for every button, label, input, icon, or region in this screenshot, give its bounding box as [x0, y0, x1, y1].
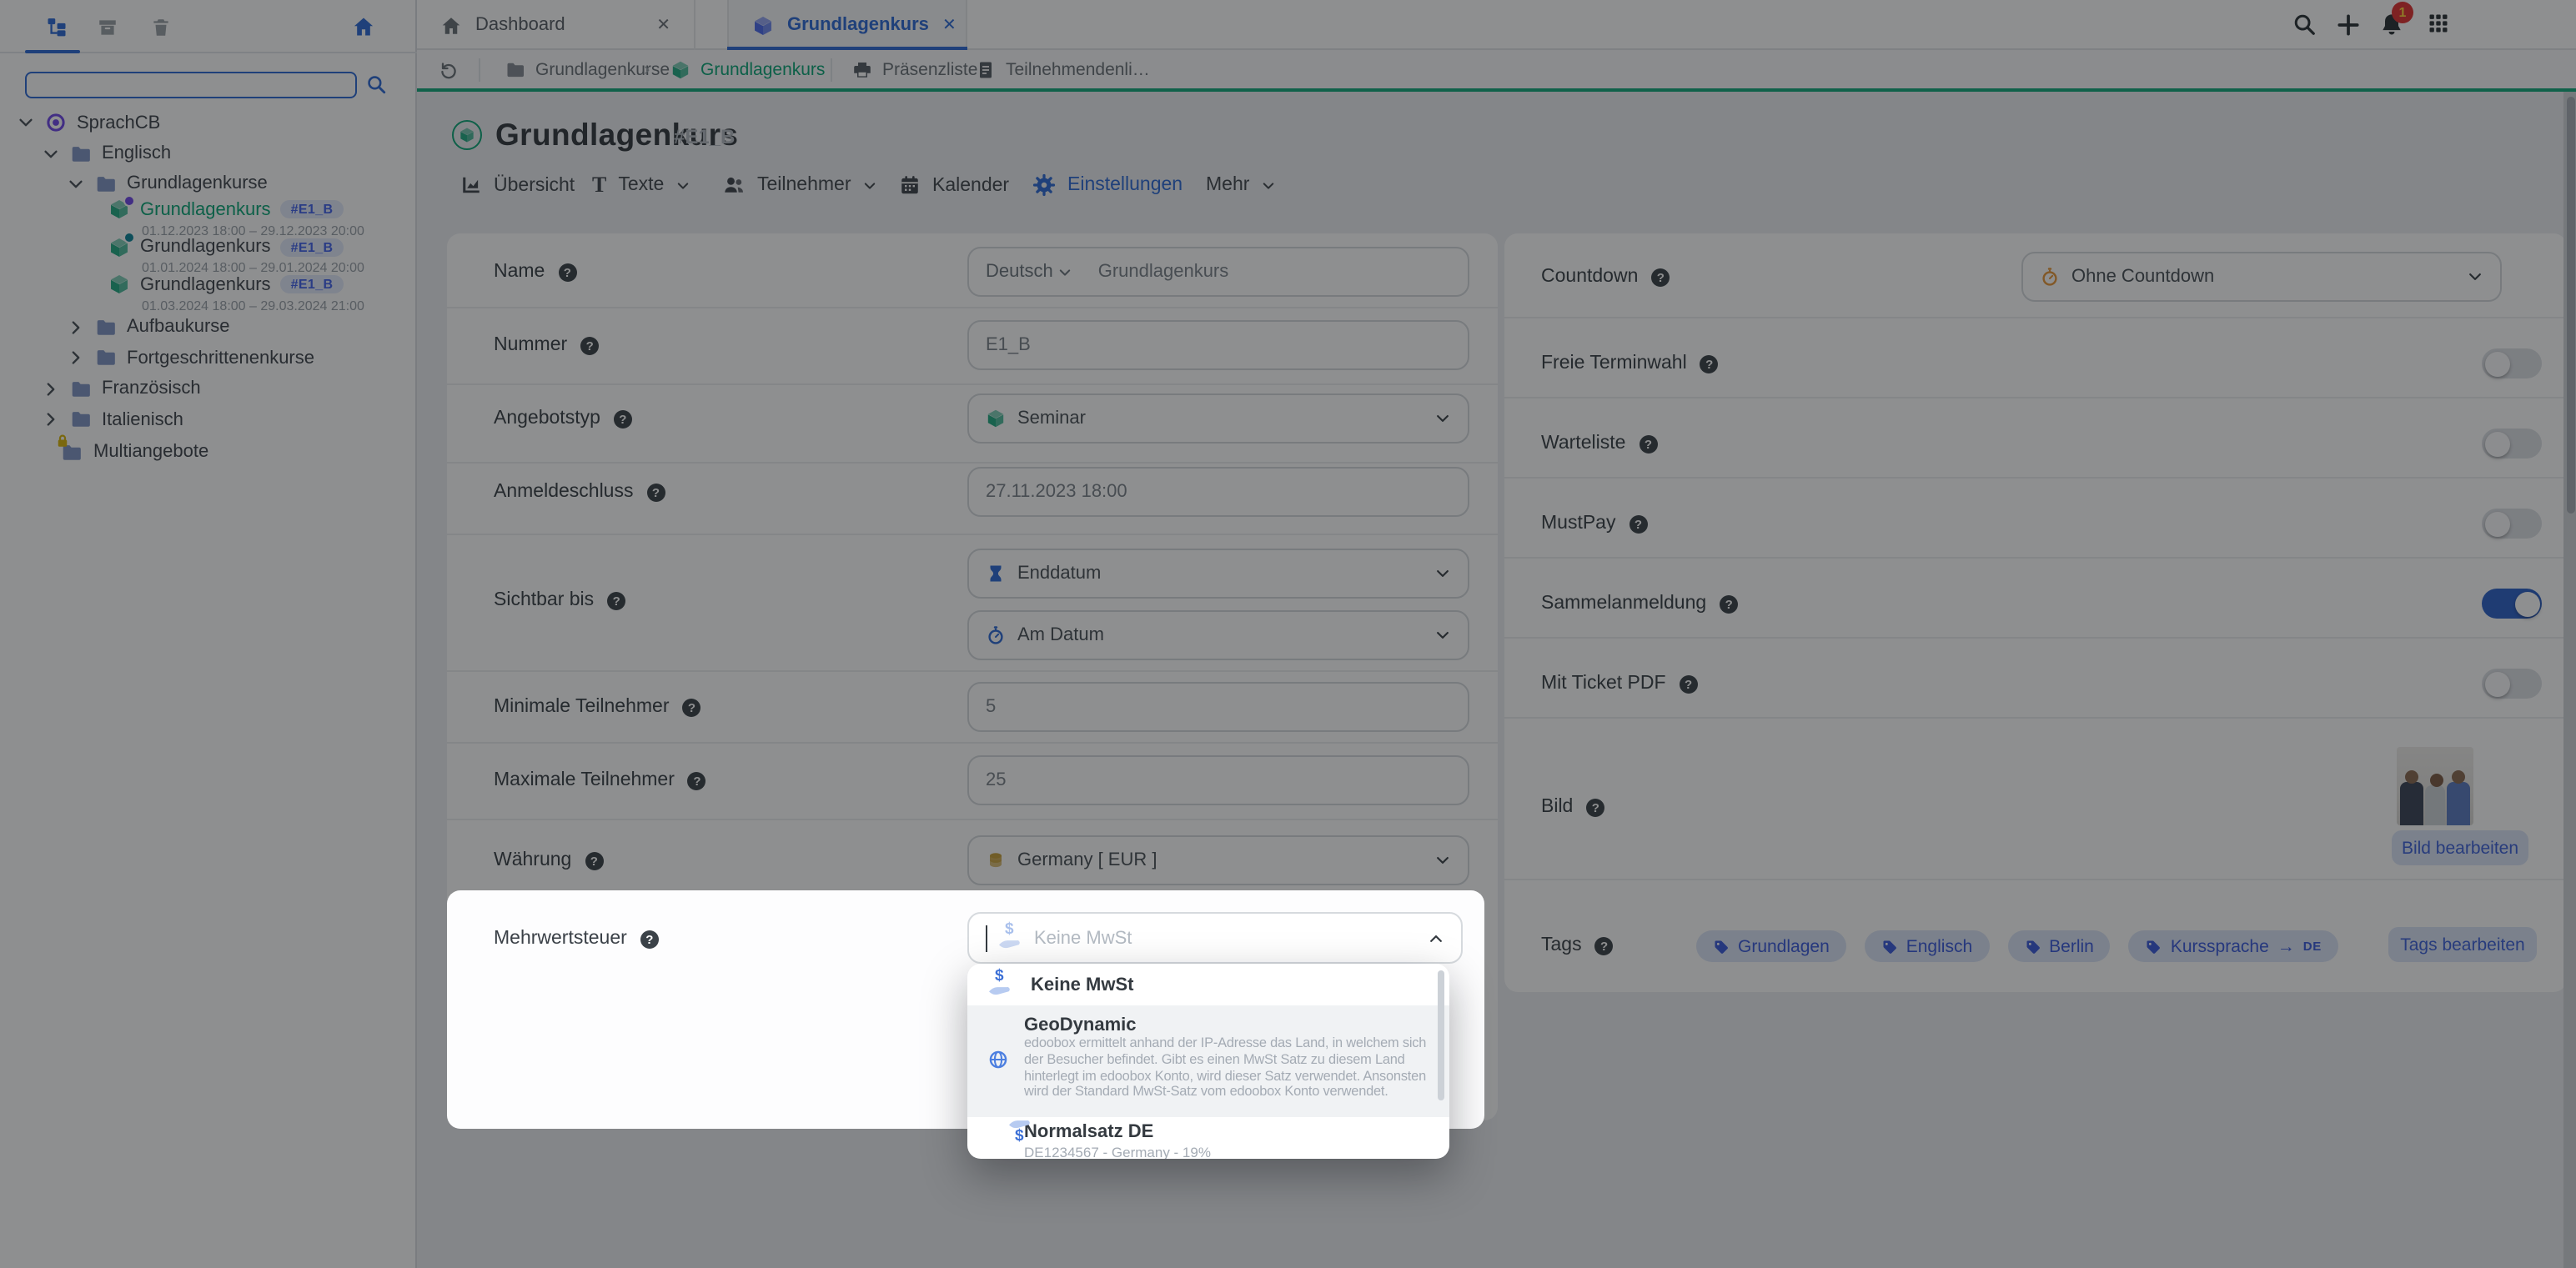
- hand-dollar-icon: $: [997, 925, 1024, 951]
- app-window: SprachCB Englisch Grundlagenkurse Grundl…: [0, 0, 2576, 1268]
- option-keine-mwst[interactable]: $ Keine MwSt: [967, 964, 1449, 1005]
- option-geodynamic[interactable]: GeoDynamic edoobox ermittelt anhand der …: [967, 1005, 1449, 1117]
- option-normalsatz-de[interactable]: $ Normalsatz DE DE1234567 - Germany - 19…: [967, 1117, 1449, 1159]
- mehrwertsteuer-combobox[interactable]: $ Keine MwSt: [967, 912, 1463, 964]
- text-cursor: [986, 925, 987, 951]
- chevron-up-icon[interactable]: [1428, 930, 1444, 946]
- help-icon[interactable]: ?: [640, 930, 659, 948]
- hand-dollar-icon: $: [987, 971, 1014, 998]
- field-label-mehrwertsteuer: Mehrwertsteuer?: [494, 929, 659, 949]
- mehrwertsteuer-dropdown: $ Keine MwSt GeoDynamic edoobox ermittel…: [967, 964, 1449, 1159]
- dropdown-scrollbar-thumb[interactable]: [1438, 970, 1444, 1100]
- combobox-placeholder: Keine MwSt: [1034, 928, 1132, 948]
- globe-icon: [987, 1049, 1009, 1070]
